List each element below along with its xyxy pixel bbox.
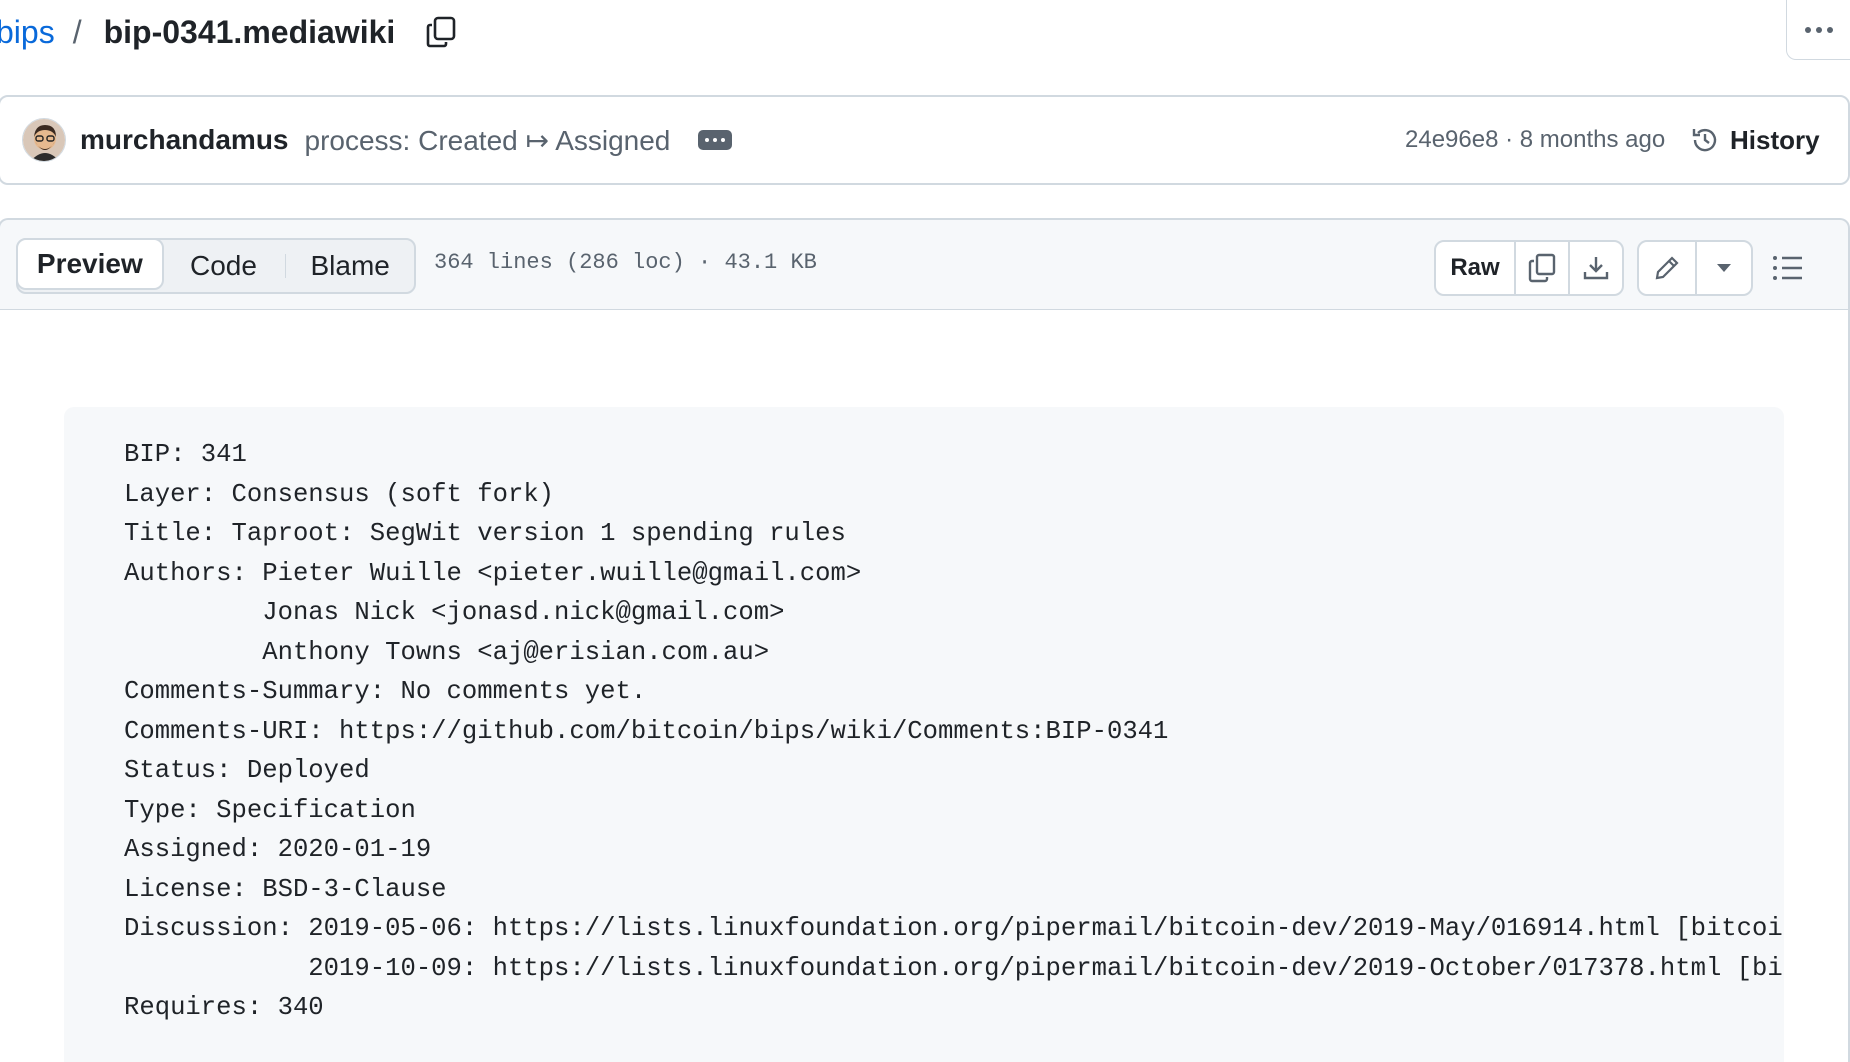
more-options-button[interactable] <box>1786 0 1850 60</box>
file-header: Preview Code Blame 364 lines (286 loc) ·… <box>0 218 1850 310</box>
list-unordered-icon <box>1773 256 1802 280</box>
history-icon <box>1692 128 1717 152</box>
avatar-image <box>23 119 65 161</box>
preamble-line: 2019-10-09: https://lists.linuxfoundatio… <box>124 953 1784 983</box>
preamble-line: Discussion: 2019-05-06: https://lists.li… <box>124 914 1784 943</box>
latest-commit-bar: murchandamus process: Created ↦ Assigned… <box>0 95 1850 185</box>
edit-actions-group <box>1637 240 1753 296</box>
symbols-panel-button[interactable] <box>1766 248 1810 288</box>
preamble-line: Anthony Towns <aj@erisian.com.au> <box>124 637 770 667</box>
preamble-line: Assigned: 2020-01-19 <box>124 835 432 864</box>
commit-meta[interactable]: 24e96e8 · 8 months ago <box>1405 126 1665 154</box>
copy-path-button[interactable] <box>421 12 461 52</box>
history-button[interactable]: History <box>1690 125 1820 156</box>
history-label: History <box>1730 124 1820 155</box>
preamble-line: Layer: Consensus (soft fork) <box>124 479 555 509</box>
preamble-line: Authors: Pieter Wuille <pieter.wuille@gm… <box>124 558 862 588</box>
breadcrumb-file-name: bip-0341.mediawiki <box>103 13 396 50</box>
file-info: 364 lines (286 loc) · 43.1 KB <box>434 250 817 275</box>
preamble-line: Comments-URI: https://github.com/bitcoin… <box>124 716 1169 746</box>
ellipsis-icon <box>705 138 710 142</box>
preamble-line: Type: Specification <box>124 795 416 825</box>
avatar[interactable] <box>22 118 66 162</box>
file-content: BIP: 341 Layer: Consensus (soft fork) Ti… <box>0 310 1850 1062</box>
preamble-line: License: BSD-3-Clause <box>124 874 447 904</box>
expand-commit-message-button[interactable] <box>698 130 733 150</box>
preamble-text: BIP: 341 Layer: Consensus (soft fork) Ti… <box>124 435 1784 1028</box>
preamble-line: Comments-Summary: No comments yet. <box>124 677 647 706</box>
ellipsis-dot <box>721 138 726 142</box>
preamble-line: Status: Deployed <box>124 756 370 785</box>
breadcrumb: bips / bip-0341.mediawiki <box>0 8 461 56</box>
tab-blame[interactable]: Blame <box>286 240 414 292</box>
triangle-down-icon <box>1717 264 1731 272</box>
preamble-line: Requires: 340 <box>124 993 324 1022</box>
ellipsis-dot <box>713 138 718 142</box>
preamble-line: Title: Taproot: SegWit version 1 spendin… <box>124 519 846 548</box>
tab-code[interactable]: Code <box>162 240 286 292</box>
breadcrumb-repo-link[interactable]: bips <box>0 14 55 51</box>
edit-file-button[interactable] <box>1639 242 1695 294</box>
tab-preview[interactable]: Preview <box>16 238 164 290</box>
edit-options-dropdown[interactable] <box>1695 242 1751 294</box>
preamble-line: BIP: 341 <box>124 440 247 469</box>
raw-actions-group: Raw <box>1434 240 1624 296</box>
download-icon <box>1583 257 1609 280</box>
download-raw-button[interactable] <box>1568 242 1622 294</box>
copy-raw-button[interactable] <box>1514 242 1568 294</box>
commit-message[interactable]: process: Created ↦ Assigned <box>305 124 671 157</box>
view-mode-tabs: Preview Code Blame <box>16 238 416 294</box>
commit-author[interactable]: murchandamus <box>80 124 289 156</box>
pencil-icon <box>1655 256 1679 280</box>
preamble-block: BIP: 341 Layer: Consensus (soft fork) Ti… <box>64 407 1784 1062</box>
copy-icon <box>426 16 456 48</box>
kebab-horizontal-icon <box>1804 26 1833 33</box>
breadcrumb-separator: / <box>72 13 82 50</box>
copy-icon <box>1528 253 1556 283</box>
preamble-line: Jonas Nick <jonasd.nick@gmail.com> <box>124 598 785 627</box>
raw-button[interactable]: Raw <box>1436 242 1514 294</box>
